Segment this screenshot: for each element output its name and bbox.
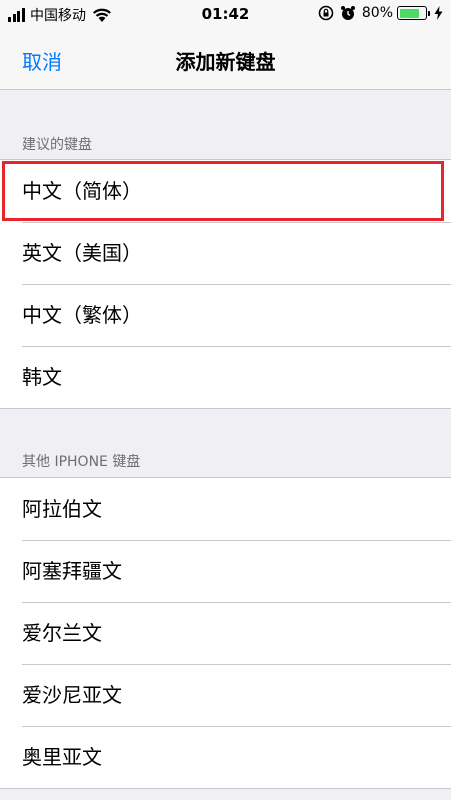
status-bar: 中国移动 01:42 80% (0, 0, 451, 30)
keyboard-item-irish[interactable]: 爱尔兰文 (0, 602, 451, 664)
keyboard-item-english-us[interactable]: 英文（美国） (0, 222, 451, 284)
keyboard-item-arabic[interactable]: 阿拉伯文 (0, 478, 451, 540)
section-header-suggested: 建议的键盘 (22, 137, 92, 153)
charging-icon (434, 6, 443, 20)
cancel-button[interactable]: 取消 (22, 46, 62, 75)
alarm-icon (340, 6, 355, 20)
keyboard-item-oriya[interactable]: 奥里亚文 (0, 726, 451, 788)
section-header-other: 其他 IPHONE 键盘 (22, 454, 141, 470)
battery-fill (399, 8, 419, 18)
other-keyboard-list: 阿拉伯文 阿塞拜疆文 爱尔兰文 爱沙尼亚文 奥里亚文 (0, 477, 451, 789)
keyboard-item-estonian[interactable]: 爱沙尼亚文 (0, 664, 451, 726)
suggested-keyboard-list: 中文（简体） 英文（美国） 中文（繁体） 韩文 (0, 159, 451, 409)
battery-cap (428, 10, 430, 16)
keyboard-item-azerbaijani[interactable]: 阿塞拜疆文 (0, 540, 451, 602)
status-right: 80% (318, 5, 443, 21)
keyboard-item-chinese-simplified[interactable]: 中文（简体） (0, 160, 451, 222)
battery-percent: 80% (361, 5, 393, 21)
page-title: 添加新键盘 (175, 50, 276, 74)
orientation-lock-icon (318, 5, 334, 21)
keyboard-item-chinese-traditional[interactable]: 中文（繁体） (0, 284, 451, 346)
battery-icon (397, 6, 427, 20)
keyboard-item-korean[interactable]: 韩文 (0, 346, 451, 408)
nav-bar: 取消 添加新键盘 (0, 30, 451, 90)
